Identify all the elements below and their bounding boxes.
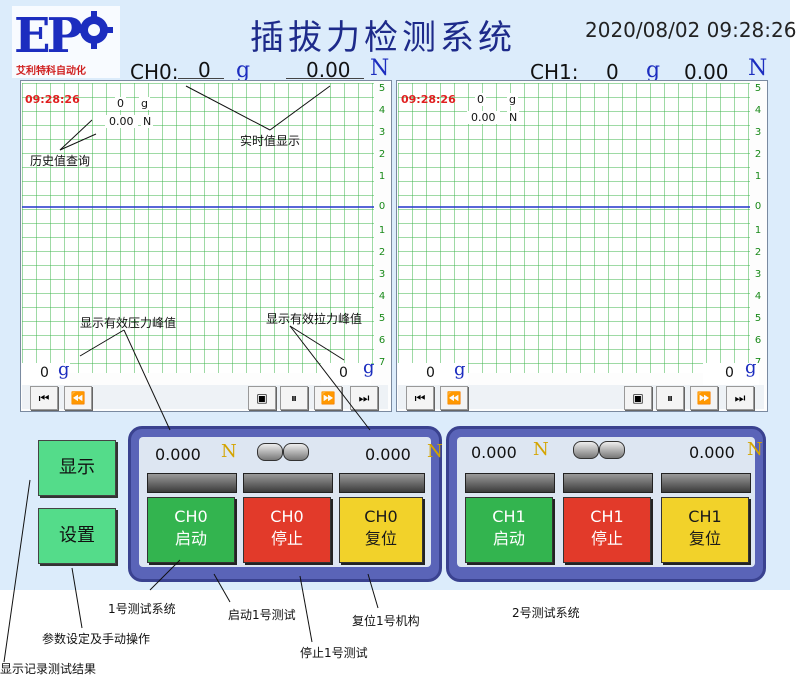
annotation-start1: 启动1号测试 [228,608,296,622]
annotation-leader-lines [3,85,379,663]
annotation-records: 显示记录测试结果 [0,662,97,676]
annotation-stop1: 停止1号测试 [300,646,368,660]
annotation-system1: 1号测试系统 [108,602,176,616]
annotation-reset1: 复位1号机构 [352,614,420,628]
annotation-params: 参数设定及手动操作 [42,632,151,646]
annotation-system2: 2号测试系统 [512,606,580,620]
